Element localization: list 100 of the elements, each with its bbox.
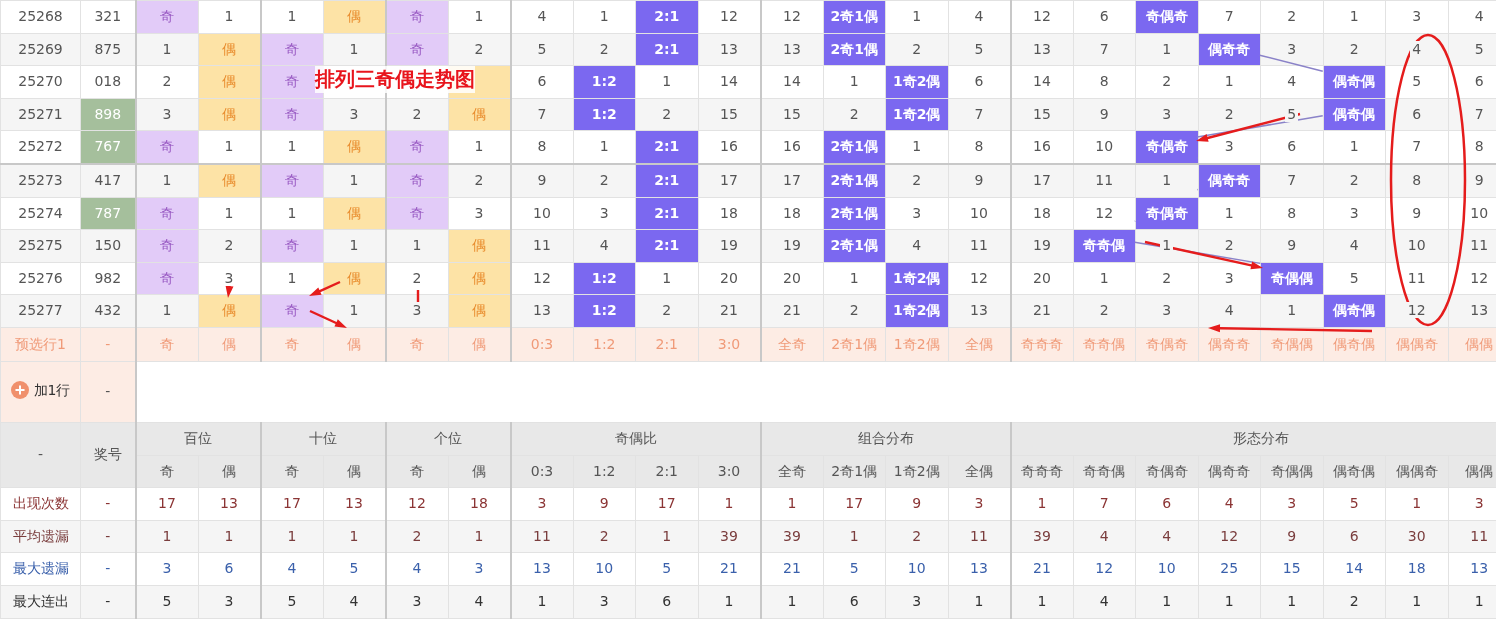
preselect-option[interactable]: 2奇1偶 [823, 327, 886, 362]
trend-cell: 奇 [260, 163, 323, 198]
stat-cell: 1 [260, 520, 323, 553]
trend-cell: 2:1 [635, 0, 698, 34]
stat-cell: 25 [1198, 552, 1261, 586]
trend-cell: 奇 [385, 163, 448, 198]
trend-cell: 奇 [260, 33, 323, 66]
trend-cell: 12 [1010, 0, 1073, 34]
trend-cell: 13 [510, 294, 573, 328]
preselect-option[interactable]: 偶 [448, 327, 511, 362]
annotation-title: 排列三奇偶走势图 [315, 66, 475, 93]
trend-cell: 9 [1385, 197, 1448, 230]
column-header: 2奇1偶 [823, 455, 886, 488]
stat-cell: 9 [1260, 520, 1323, 553]
trend-cell: 1:2 [573, 294, 636, 328]
stat-cell: 10 [885, 552, 948, 586]
preselect-option[interactable]: 3:0 [698, 327, 761, 362]
trend-cell: 20 [760, 262, 823, 295]
trend-cell: 1 [1135, 163, 1198, 198]
trend-cell: 奇 [135, 130, 198, 164]
trend-cell: 1 [635, 262, 698, 295]
trend-cell: 18 [1010, 197, 1073, 230]
add-row-cell[interactable]: 加1行 [0, 361, 81, 423]
preselect-option[interactable]: 偶 [198, 327, 261, 362]
trend-cell: 1 [1260, 294, 1323, 328]
trend-cell: 2 [135, 65, 198, 99]
stat-cell: 1 [1010, 487, 1073, 521]
stat-cell: 1 [698, 585, 761, 618]
trend-cell: 2 [635, 294, 698, 328]
stat-cell: 14 [1323, 552, 1386, 586]
trend-cell: 2 [385, 98, 448, 131]
column-header: 偶 [323, 455, 386, 488]
trend-cell: 2:1 [635, 197, 698, 230]
trend-cell: 偶 [323, 197, 386, 230]
trend-cell: 3 [573, 197, 636, 230]
stat-cell: 15 [1260, 552, 1323, 586]
preselect-label: 预选行1 [0, 327, 81, 362]
trend-cell: 4 [573, 229, 636, 263]
preselect-option[interactable]: 偶偶奇 [1385, 327, 1448, 362]
preselect-option[interactable]: 1:2 [573, 327, 636, 362]
issue-cell: 25277 [0, 294, 81, 328]
preselect-option[interactable]: 1奇2偶 [885, 327, 948, 362]
preselect-option[interactable]: 2:1 [635, 327, 698, 362]
trend-cell: 奇偶奇 [1135, 197, 1198, 230]
preselect-option[interactable]: 全偶 [948, 327, 1011, 362]
preselect-option[interactable]: 奇 [135, 327, 198, 362]
trend-cell: 4 [510, 0, 573, 34]
column-header: 全奇 [760, 455, 823, 488]
trend-cell: 偶 [323, 0, 386, 34]
trend-cell: 1 [1323, 130, 1386, 164]
stat-cell: 1 [760, 585, 823, 618]
trend-cell: 6 [510, 65, 573, 99]
group-header: 十位 [260, 422, 386, 456]
stat-cell: 6 [1135, 487, 1198, 521]
preselect-option[interactable]: 奇 [260, 327, 323, 362]
trend-cell: 1 [135, 33, 198, 66]
stat-cell: 6 [635, 585, 698, 618]
group-header: 百位 [135, 422, 261, 456]
trend-cell: 3 [885, 197, 948, 230]
stat-cell: 4 [1198, 487, 1261, 521]
trend-cell: 奇偶奇 [1135, 130, 1198, 164]
trend-cell: 17 [760, 163, 823, 198]
preselect-option[interactable]: 0:3 [510, 327, 573, 362]
preselect-option[interactable]: 奇奇偶 [1073, 327, 1136, 362]
preselect-option[interactable]: 奇 [385, 327, 448, 362]
trend-cell: 14 [1010, 65, 1073, 99]
preselect-option[interactable]: 奇偶奇 [1135, 327, 1198, 362]
trend-cell: 2奇1偶 [823, 197, 886, 230]
trend-cell: 奇 [385, 130, 448, 164]
stat-cell: 39 [1010, 520, 1073, 553]
trend-cell: 13 [760, 33, 823, 66]
stat-cell: 1 [1385, 487, 1448, 521]
trend-cell: 2:1 [635, 163, 698, 198]
trend-cell: 1:2 [573, 98, 636, 131]
stat-cell: 1 [135, 520, 198, 553]
column-header: 0:3 [510, 455, 573, 488]
stat-cell: 1 [635, 520, 698, 553]
stat-cell: 18 [1385, 552, 1448, 586]
preselect-option[interactable]: 偶 [323, 327, 386, 362]
trend-cell: 7 [510, 98, 573, 131]
trend-cell: 1 [135, 294, 198, 328]
trend-cell: 偶奇偶 [1323, 294, 1386, 328]
preselect-option[interactable]: 全奇 [760, 327, 823, 362]
trend-cell: 3 [1135, 98, 1198, 131]
stat-cell: 12 [1198, 520, 1261, 553]
stat-cell: 4 [323, 585, 386, 618]
stat-cell: 4 [1073, 520, 1136, 553]
trend-cell: 11 [1073, 163, 1136, 198]
trend-cell: 6 [1385, 98, 1448, 131]
trend-cell: 2奇1偶 [823, 130, 886, 164]
preselect-option[interactable]: 偶偶 [1448, 327, 1496, 362]
column-header: 奇 [135, 455, 198, 488]
trend-cell: 9 [1260, 229, 1323, 263]
column-header: 奇偶奇 [1135, 455, 1198, 488]
stat-cell: 2 [573, 520, 636, 553]
trend-cell: 1 [1198, 197, 1261, 230]
trend-cell: 3 [1260, 33, 1323, 66]
stat-cell: 7 [1073, 487, 1136, 521]
column-header: 3:0 [698, 455, 761, 488]
preselect-option[interactable]: 奇奇奇 [1010, 327, 1073, 362]
